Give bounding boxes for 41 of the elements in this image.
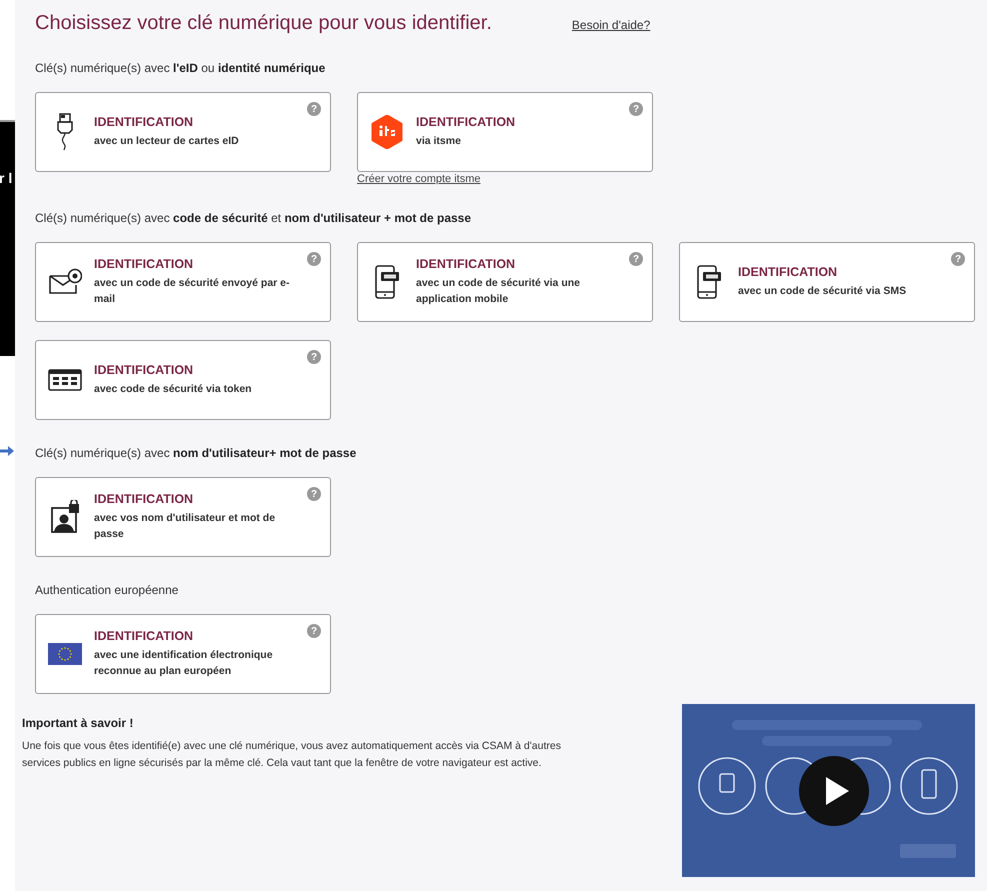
option-description: avec code de sécurité via token [94, 382, 252, 397]
option-description: avec une identification électronique reconnue au plan européen [94, 648, 274, 679]
play-icon [824, 776, 850, 806]
login-option-card[interactable]: IDENTIFICATION via itsme ? [357, 92, 653, 172]
option-description: avec un code de sécurité envoyé par e-mail [94, 276, 291, 307]
login-option-card[interactable]: IDENTIFICATION avec code de sécurité via token ? [35, 340, 331, 420]
option-description: avec un lecteur de cartes eID [94, 134, 239, 149]
itsme-logo-icon [370, 115, 404, 149]
option-description: avec vos nom d'utilisateur et mot de passe [94, 511, 276, 542]
option-title: IDENTIFICATION [416, 115, 516, 129]
create-account-link[interactable]: Créer votre compte itsme [357, 173, 653, 185]
info-text: Une fois que vous êtes identifié(e) avec une clé numérique, vous avez automatiquement accès via CSAM à d'autres services publics en ligne sécurisés par la même clé. Cela vaut tant que la fenêtre de votre navigateur est active. [22, 739, 562, 771]
eu-flag-icon [48, 643, 82, 665]
window-text: r l [0, 170, 12, 186]
section-heading: Clé(s) numérique(s) avec code de sécurité et nom d'utilisateur + mot de passe [35, 211, 472, 225]
section-heading: Clé(s) numérique(s) avec l'eID ou identité numérique [35, 61, 326, 75]
option-description: via itsme [416, 134, 462, 149]
option-title: IDENTIFICATION [416, 257, 516, 271]
section-heading: Clé(s) numérique(s) avec nom d'utilisateur+ mot de passe [35, 446, 356, 460]
login-option-card[interactable]: IDENTIFICATION avec un code de sécurité via une application mobile ? [357, 242, 653, 322]
arrow-icon [0, 446, 14, 456]
token-icon [48, 369, 82, 391]
login-option-card[interactable]: IDENTIFICATION avec un code de sécurité envoyé par e-mail ? [35, 242, 331, 322]
login-option-card[interactable]: IDENTIFICATION avec une identification électronique reconnue au plan européen ? [35, 614, 331, 694]
info-title: Important à savoir ! [22, 716, 134, 730]
login-option-card[interactable]: IDENTIFICATION avec vos nom d'utilisateur et mot de passe ? [35, 477, 331, 557]
login-option-card[interactable]: IDENTIFICATION avec un lecteur de cartes eID ? [35, 92, 331, 172]
login-option-card[interactable]: IDENTIFICATION avec un code de sécurité via SMS ? [679, 242, 975, 322]
option-title: IDENTIFICATION [94, 115, 194, 129]
envelope-icon [48, 268, 82, 296]
user-lock-icon [48, 500, 82, 534]
option-title: IDENTIFICATION [94, 257, 194, 271]
section-heading: Authentication européenne [35, 583, 178, 597]
option-title: IDENTIFICATION [94, 629, 194, 643]
help-link[interactable]: Besoin d'aide? [572, 18, 650, 32]
option-description: avec un code de sécurité via SMS [738, 284, 906, 299]
page-title: Choisissez votre clé numérique pour vous identifier. [35, 12, 492, 35]
option-title: IDENTIFICATION [738, 265, 838, 279]
option-title: IDENTIFICATION [94, 363, 194, 377]
option-description: avec un code de sécurité via une application mobile [416, 276, 581, 307]
option-title: IDENTIFICATION [94, 492, 194, 506]
